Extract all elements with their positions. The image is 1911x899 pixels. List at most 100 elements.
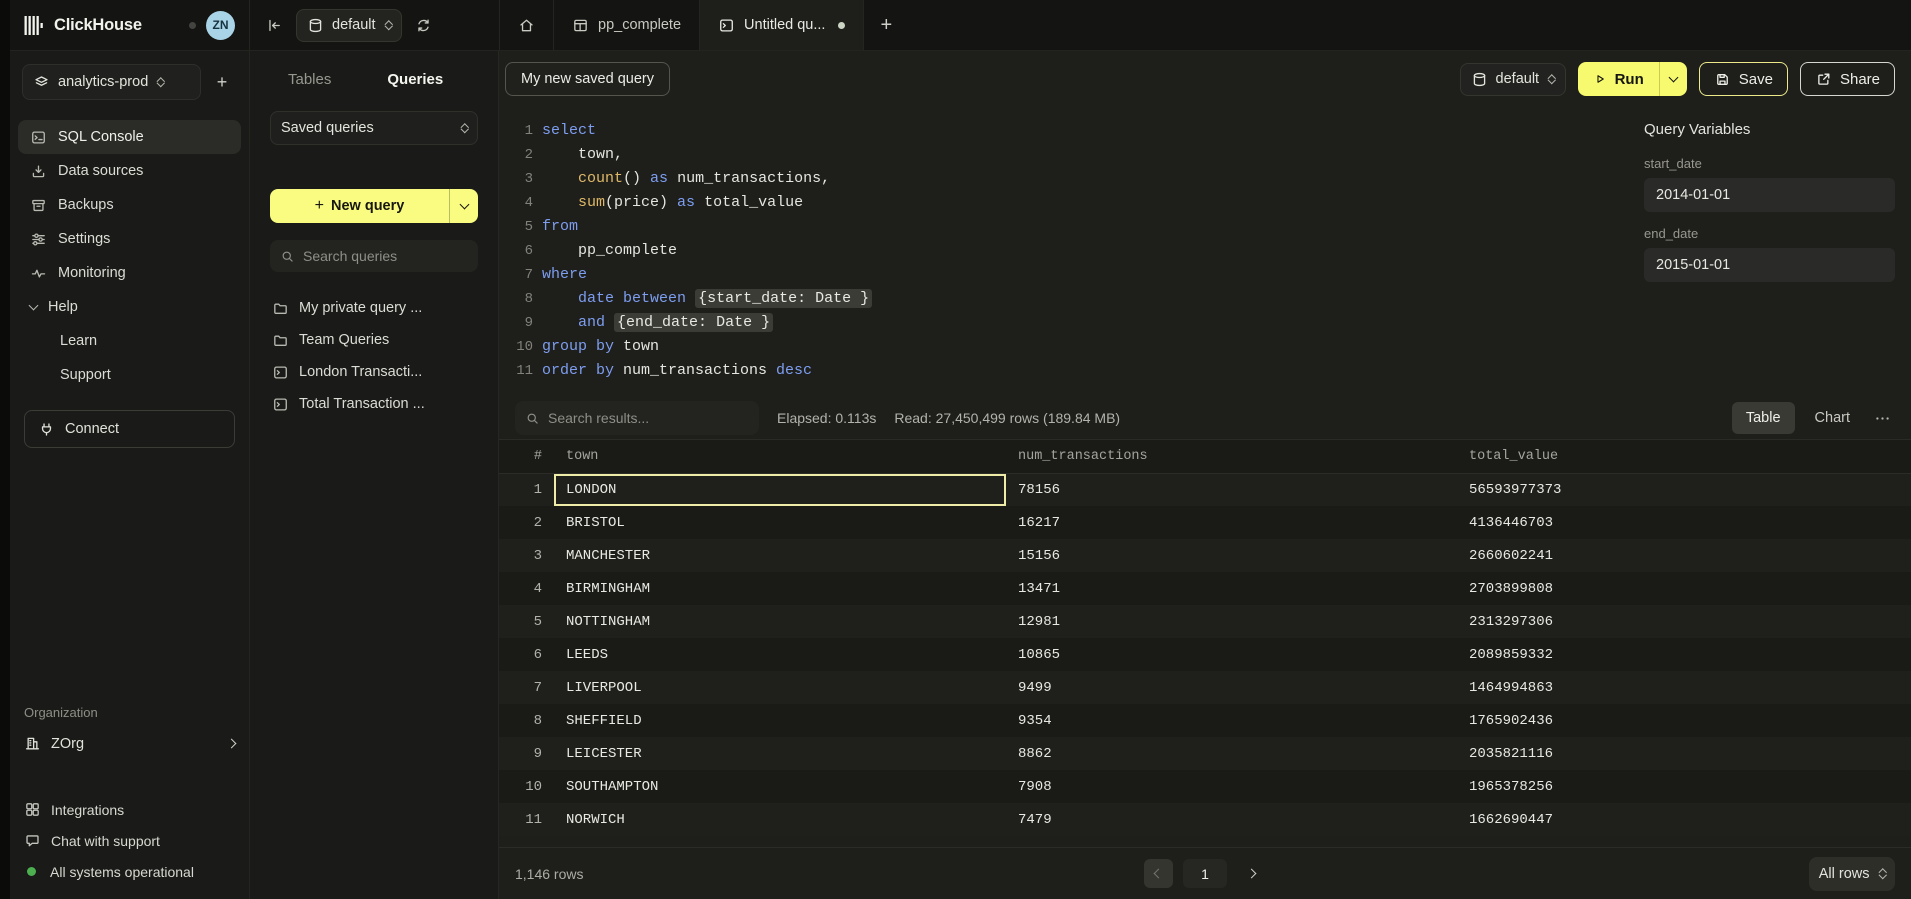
data-cell[interactable]: 9499 [1006, 671, 1457, 704]
data-cell[interactable]: MANCHESTER [554, 539, 1006, 572]
data-cell[interactable]: SHEFFIELD [554, 704, 1006, 737]
sidebar-item-support[interactable]: Support [18, 358, 241, 392]
system-status[interactable]: All systems operational [24, 856, 235, 887]
tab-tables[interactable]: Tables [288, 71, 331, 88]
data-cell[interactable]: 78156 [1006, 473, 1457, 506]
row-index-cell[interactable]: 7 [499, 671, 554, 704]
sql-editor[interactable]: 1234567891011 select town, count() as nu… [499, 107, 1630, 397]
new-query-button[interactable]: + New query [270, 189, 478, 223]
sidebar-item-backups[interactable]: Backups [18, 188, 241, 222]
user-avatar[interactable]: ZN [206, 11, 235, 40]
row-index-cell[interactable]: 3 [499, 539, 554, 572]
data-cell[interactable]: LEICESTER [554, 737, 1006, 770]
data-cell[interactable]: 56593977373 [1457, 473, 1911, 506]
column-header-index[interactable]: # [499, 440, 554, 473]
organization-switcher[interactable]: ZOrg [24, 735, 235, 752]
row-index-cell[interactable]: 9 [499, 737, 554, 770]
run-button[interactable]: Run [1578, 62, 1687, 96]
chart-view-button[interactable]: Chart [1801, 402, 1864, 434]
sidebar-item-sql-console[interactable]: SQL Console [18, 120, 241, 154]
row-index-cell[interactable]: 1 [499, 473, 554, 506]
next-page-button[interactable] [1237, 859, 1266, 888]
data-cell[interactable]: 10865 [1006, 638, 1457, 671]
column-header-total-value[interactable]: total_value [1457, 440, 1911, 473]
new-tab-button[interactable]: + [864, 0, 908, 50]
home-tab[interactable] [499, 0, 553, 50]
data-cell[interactable]: LONDON [554, 473, 1006, 506]
sidebar-item-chat-support[interactable]: Chat with support [24, 825, 235, 856]
share-button[interactable]: Share [1800, 62, 1895, 96]
sidebar-item-help[interactable]: Help [18, 290, 241, 324]
row-index-cell[interactable]: 6 [499, 638, 554, 671]
refresh-button[interactable] [415, 17, 432, 34]
data-cell[interactable]: LEEDS [554, 638, 1006, 671]
data-cell[interactable]: 2703899808 [1457, 572, 1911, 605]
data-cell[interactable]: 2035821116 [1457, 737, 1911, 770]
data-cell[interactable]: BIRMINGHAM [554, 572, 1006, 605]
database-selector[interactable]: default [296, 9, 402, 42]
data-cell[interactable]: 7479 [1006, 803, 1457, 836]
saved-queries-selector[interactable]: Saved queries [270, 111, 478, 145]
data-cell[interactable]: 8862 [1006, 737, 1457, 770]
data-cell[interactable]: NOTTINGHAM [554, 605, 1006, 638]
workspace-selector[interactable]: analytics-prod [22, 64, 201, 100]
data-cell[interactable]: 12981 [1006, 605, 1457, 638]
saved-query-item[interactable]: My private query ... [270, 292, 478, 324]
query-title-tab[interactable]: My new saved query [505, 62, 670, 96]
data-cell[interactable]: 1464994863 [1457, 671, 1911, 704]
tab-pp-complete[interactable]: pp_complete [553, 0, 699, 50]
data-cell[interactable]: 2313297306 [1457, 605, 1911, 638]
search-results-input[interactable] [548, 410, 749, 426]
data-cell[interactable]: BRISTOL [554, 506, 1006, 539]
data-cell[interactable]: 16217 [1006, 506, 1457, 539]
saved-query-item[interactable]: London Transacti... [270, 356, 478, 388]
end-date-input[interactable] [1644, 248, 1895, 282]
data-cell[interactable]: 9354 [1006, 704, 1457, 737]
data-cell[interactable]: NORWICH [554, 803, 1006, 836]
data-cell[interactable]: 7908 [1006, 770, 1457, 803]
connect-button[interactable]: Connect [24, 410, 235, 448]
collapse-sidebar-button[interactable] [266, 17, 283, 34]
start-date-input[interactable] [1644, 178, 1895, 212]
tab-queries[interactable]: Queries [387, 71, 443, 88]
column-header-town[interactable]: town [554, 440, 1006, 473]
run-options-caret[interactable] [1660, 62, 1687, 96]
data-cell[interactable]: SOUTHAMPTON [554, 770, 1006, 803]
data-cell[interactable]: 1765902436 [1457, 704, 1911, 737]
data-cell[interactable]: 4136446703 [1457, 506, 1911, 539]
context-database-selector[interactable]: default [1460, 63, 1566, 96]
data-cell[interactable]: LIVERPOOL [554, 671, 1006, 704]
previous-page-button[interactable] [1144, 859, 1173, 888]
more-options-button[interactable] [1870, 410, 1895, 427]
data-cell[interactable]: 13471 [1006, 572, 1457, 605]
row-index-cell[interactable]: 8 [499, 704, 554, 737]
data-cell[interactable]: 2089859332 [1457, 638, 1911, 671]
search-queries-box[interactable] [270, 240, 478, 272]
sidebar-item-integrations[interactable]: Integrations [24, 794, 235, 825]
current-page[interactable]: 1 [1183, 859, 1227, 888]
row-index-cell[interactable]: 2 [499, 506, 554, 539]
search-queries-input[interactable] [303, 248, 468, 264]
add-service-button[interactable]: + [207, 72, 237, 93]
save-button[interactable]: Save [1699, 62, 1788, 96]
tab-untitled-query[interactable]: Untitled qu... [699, 0, 864, 50]
sidebar-item-learn[interactable]: Learn [18, 324, 241, 358]
sidebar-item-monitoring[interactable]: Monitoring [18, 256, 241, 290]
saved-query-item[interactable]: Team Queries [270, 324, 478, 356]
row-index-cell[interactable]: 10 [499, 770, 554, 803]
new-query-caret[interactable] [450, 189, 478, 223]
sidebar-item-data-sources[interactable]: Data sources [18, 154, 241, 188]
row-index-cell[interactable]: 11 [499, 803, 554, 836]
table-view-button[interactable]: Table [1732, 402, 1795, 434]
column-header-num-transactions[interactable]: num_transactions [1006, 440, 1457, 473]
data-cell[interactable]: 1965378256 [1457, 770, 1911, 803]
data-cell[interactable]: 2660602241 [1457, 539, 1911, 572]
data-cell[interactable]: 1662690447 [1457, 803, 1911, 836]
saved-query-item[interactable]: Total Transaction ... [270, 388, 478, 420]
sidebar-item-settings[interactable]: Settings [18, 222, 241, 256]
row-index-cell[interactable]: 4 [499, 572, 554, 605]
data-cell[interactable]: 15156 [1006, 539, 1457, 572]
row-index-cell[interactable]: 5 [499, 605, 554, 638]
page-size-selector[interactable]: All rows [1809, 857, 1895, 891]
search-results-box[interactable] [515, 401, 759, 435]
